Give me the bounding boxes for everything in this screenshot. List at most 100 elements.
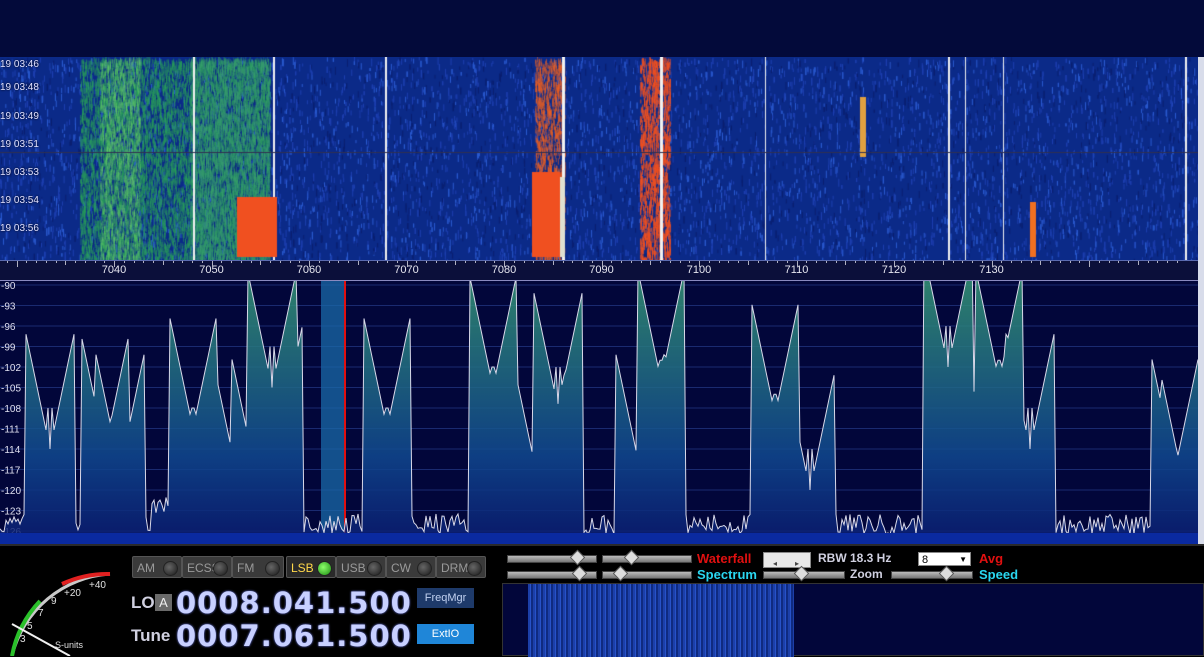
frequency-tick: [1011, 261, 1012, 263]
frequency-tick: [757, 261, 759, 263]
waterfall-contrast-slider[interactable]: [507, 549, 597, 566]
slider-thumb[interactable]: [569, 549, 586, 566]
frequency-tick: [1079, 261, 1081, 263]
frequency-tick: [572, 261, 574, 263]
slider-thumb[interactable]: [571, 565, 588, 582]
mode-am-button[interactable]: AM: [132, 556, 182, 578]
frequency-tick: [143, 261, 145, 263]
frequency-tick: [36, 261, 37, 263]
smeter-label-7: 7: [38, 608, 44, 619]
mode-am-led: [163, 561, 178, 576]
control-panel: 3 5 7 9 +20 +40 S-units AM ECSS FM LSB U…: [0, 544, 1204, 657]
lo-vfo-badge[interactable]: A: [155, 594, 172, 611]
frequency-tick: [718, 261, 720, 263]
slider-thumb[interactable]: [938, 565, 955, 582]
frequency-tick: [825, 261, 827, 263]
avg-select[interactable]: 8 ▼: [918, 552, 971, 566]
freqmgr-button[interactable]: FreqMgr: [417, 588, 474, 608]
mode-fm-button[interactable]: FM: [232, 556, 284, 578]
frequency-tick: [123, 261, 125, 263]
mode-lsb-button[interactable]: LSB: [286, 556, 336, 578]
extio-button[interactable]: ExtIO: [417, 624, 474, 644]
frequency-tick: [348, 261, 349, 263]
spectrum-plot[interactable]: -90 -93 -96 -99 -102 -105 -108 -111 -114 -117 -120…: [0, 281, 1198, 545]
frequency-tick: [240, 261, 242, 263]
frequency-tick: [338, 261, 340, 263]
frequency-tick: [1108, 261, 1110, 263]
frequency-tick: [806, 261, 808, 263]
frequency-tick: [465, 261, 466, 263]
db-label: -93: [1, 302, 16, 313]
spectrum-range-slider[interactable]: [602, 565, 692, 582]
tune-label: Tune: [131, 626, 171, 645]
frequency-tick: [640, 261, 642, 263]
chevron-down-icon: ▼: [959, 555, 967, 564]
waterfall-timestamp: 19 03:51: [0, 139, 39, 150]
mode-cw-button[interactable]: CW: [386, 556, 436, 578]
mode-fm-label: FM: [237, 561, 255, 575]
frequency-tick: [1098, 261, 1100, 263]
frequency-tick: [689, 261, 691, 263]
waterfall-canvas[interactable]: [0, 57, 1198, 260]
mode-drm-led: [467, 561, 482, 576]
mode-cw-label: CW: [391, 561, 411, 575]
frequency-tick: [582, 261, 583, 263]
frequency-axis[interactable]: 7040 7050 7060 7070 7080 7090 7100 7110 7120 7130: [0, 260, 1198, 280]
spectrum-contrast-slider[interactable]: [507, 565, 597, 582]
waterfall-label: Waterfall: [697, 551, 752, 566]
mode-usb-button[interactable]: USB: [336, 556, 386, 578]
spectrum-display[interactable]: -90 -93 -96 -99 -102 -105 -108 -111 -114 -117 -120…: [0, 280, 1198, 545]
mode-ecss-led: [213, 561, 228, 576]
db-label: -96: [1, 322, 16, 333]
frequency-tick: [250, 261, 252, 263]
frequency-tick: [923, 261, 925, 263]
audio-waterfall[interactable]: [502, 583, 1204, 657]
frequency-tick: [630, 261, 632, 263]
slider-thumb[interactable]: [623, 549, 640, 566]
frequency-tick: [1069, 261, 1071, 263]
frequency-tick: [933, 261, 934, 263]
waterfall-timestamp: 19 03:48: [0, 82, 39, 93]
slider-thumb[interactable]: [612, 565, 629, 582]
frequency-tick: [660, 261, 661, 263]
zoom-slider[interactable]: [763, 565, 845, 582]
lo-frequency-display[interactable]: 0008.041.500: [176, 586, 412, 620]
frequency-tick: [231, 261, 232, 263]
scrollbar[interactable]: [1198, 57, 1204, 544]
mode-ecss-button[interactable]: ECSS: [182, 556, 232, 578]
frequency-tick: [1157, 261, 1159, 263]
frequency-tick: [55, 261, 57, 263]
frequency-tick: [855, 261, 856, 263]
frequency-tick: [708, 261, 710, 263]
frequency-tick: [172, 261, 174, 263]
db-label: -123: [1, 507, 21, 518]
mode-drm-button[interactable]: DRM: [436, 556, 486, 578]
frequency-tick: [679, 261, 681, 263]
db-label: -120: [1, 486, 21, 497]
lo-label: LO: [131, 593, 155, 612]
waterfall-range-slider[interactable]: [602, 549, 692, 566]
frequency-tick: [377, 261, 379, 263]
tune-frequency-display[interactable]: 0007.061.500: [176, 619, 412, 653]
frequency-tick: [260, 261, 262, 265]
speed-slider[interactable]: [891, 565, 973, 582]
frequency-tick: [747, 261, 749, 265]
frequency-tick: [1128, 261, 1129, 263]
waterfall-timestamp: 19 03:46: [0, 59, 39, 70]
waterfall-display[interactable]: 19 03:46 19 03:48 19 03:49 19 03:51 19 03:53…: [0, 57, 1198, 260]
frequency-tick: [621, 261, 622, 263]
frequency-tick: [328, 261, 330, 263]
rbw-prev-button[interactable]: ◂: [764, 557, 786, 571]
frequency-tick: [26, 261, 28, 263]
frequency-tick: [1020, 261, 1022, 263]
frequency-tick: [289, 261, 291, 263]
passband-filter[interactable]: [321, 281, 345, 545]
rbw-label: RBW 18.3 Hz: [818, 551, 892, 565]
frequency-tick: [669, 261, 671, 263]
frequency-tick: [513, 261, 515, 263]
frequency-tick: [133, 261, 135, 263]
rbw-stepper[interactable]: ◂ ▸: [763, 552, 811, 568]
frequency-tick: [1030, 261, 1032, 263]
waterfall-timestamp: 19 03:56: [0, 223, 39, 234]
db-label: -105: [1, 384, 21, 395]
